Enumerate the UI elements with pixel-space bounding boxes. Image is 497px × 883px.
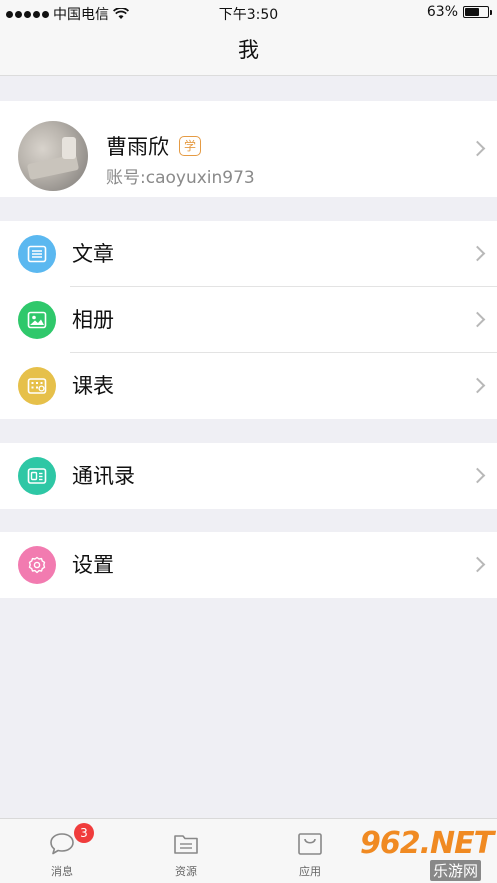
schedule-icon	[18, 367, 56, 405]
tab-resources[interactable]: 资源	[124, 819, 248, 883]
menu-item-settings[interactable]: 设置	[0, 532, 497, 598]
watermark-logo: 962.NET 乐游网	[360, 826, 495, 881]
menu-item-label: 相册	[72, 308, 114, 332]
chevron-right-icon	[469, 311, 486, 328]
status-time: 下午3:50	[218, 7, 279, 23]
menu-item-label: 通讯录	[72, 464, 135, 488]
student-badge: 学	[179, 136, 201, 156]
menu-group-3: 设置	[0, 532, 497, 598]
menu-group-2: 通讯录	[0, 443, 497, 509]
watermark-main: 962.NET	[360, 826, 494, 861]
status-bar: 中国电信 下午3:50 63%	[0, 0, 497, 26]
chevron-right-icon	[469, 245, 486, 262]
contacts-icon	[18, 457, 56, 495]
menu-item-schedule[interactable]: 课表	[0, 353, 497, 419]
avatar[interactable]	[18, 121, 88, 191]
tab-apps[interactable]: 应用	[248, 819, 372, 883]
menu-item-contacts[interactable]: 通讯录	[0, 443, 497, 509]
folder-icon	[174, 835, 198, 854]
menu-item-label: 设置	[72, 553, 114, 577]
bag-icon	[298, 833, 322, 855]
menu-item-label: 文章	[72, 242, 114, 266]
tab-label: 消息	[51, 865, 73, 878]
unread-badge: 3	[74, 823, 94, 843]
nav-bar: 我	[0, 26, 497, 76]
profile-row[interactable]: 曹雨欣 学 账号:caoyuxin973	[0, 101, 497, 197]
menu-group-1: 文章 相册 课表	[0, 221, 497, 419]
message-icon	[50, 833, 74, 855]
tab-label: 应用	[299, 865, 321, 878]
profile-name-row: 曹雨欣 学	[106, 131, 201, 161]
chevron-right-icon	[469, 467, 486, 484]
article-icon	[18, 235, 56, 273]
profile-account: 账号:caoyuxin973	[106, 168, 255, 188]
chevron-right-icon	[469, 377, 486, 394]
menu-item-article[interactable]: 文章	[0, 221, 497, 287]
status-right: 63%	[426, 4, 492, 20]
battery-fill	[465, 8, 479, 16]
menu-item-album[interactable]: 相册	[0, 287, 497, 353]
chevron-right-icon	[469, 140, 486, 157]
album-icon	[18, 301, 56, 339]
tab-messages[interactable]: 3 消息	[0, 819, 124, 883]
page-title: 我	[238, 38, 259, 62]
battery-icon	[463, 6, 492, 18]
menu-item-label: 课表	[72, 374, 114, 398]
tab-label: 资源	[175, 865, 197, 878]
watermark-sub: 乐游网	[430, 860, 482, 881]
settings-icon	[18, 546, 56, 584]
battery-percent: 63%	[426, 4, 458, 20]
profile-name: 曹雨欣	[106, 135, 169, 159]
chevron-right-icon	[469, 556, 486, 573]
